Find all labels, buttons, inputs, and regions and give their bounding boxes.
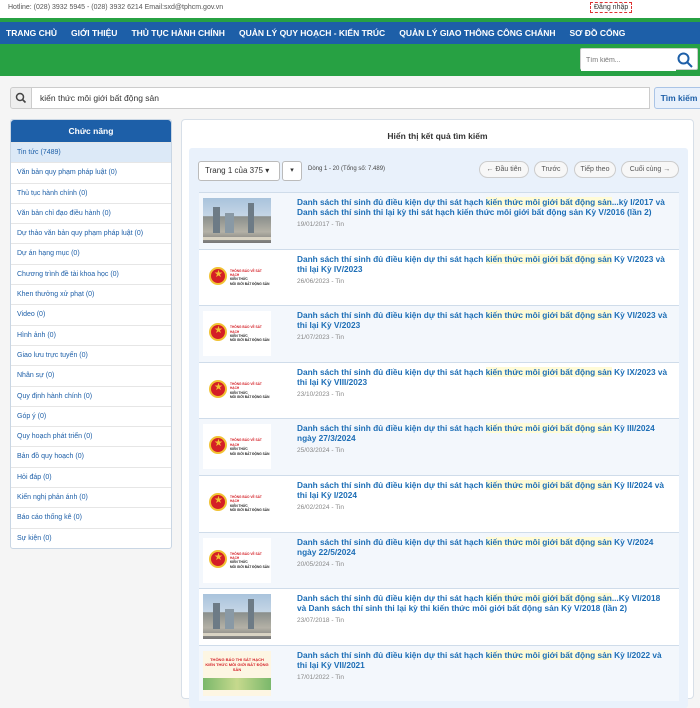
result-date: 19/01/2017 - Tin — [297, 221, 344, 228]
nav-about[interactable]: GIỚI THIỆU — [71, 28, 117, 38]
result-date: 26/06/2023 - Tin — [297, 277, 344, 285]
sidebar-item-petitions[interactable]: Kiến nghị phản ánh (0) — [11, 487, 171, 507]
result-item: THÔNG BÁO VỀ SÁT HẠCHKIẾN THỨCMÔI GIỚI B… — [199, 531, 679, 589]
sidebar-item-feedback[interactable]: Góp ý (0) — [11, 405, 171, 426]
result-item: THÔNG BÁO VỀ SÁT HẠCHKIẾN THỨCMÔI GIỚI B… — [199, 418, 679, 475]
search-addon — [10, 87, 32, 109]
result-count: Dòng 1 - 20 (Tổng số: 7.489) — [308, 166, 386, 172]
emblem-icon — [209, 323, 227, 342]
emblem-icon — [209, 379, 227, 398]
search-row: kiến thức môi giới bất động sản Tìm kiếm — [10, 87, 700, 109]
nav-sitemap[interactable]: SƠ ĐỒ CỔNG — [570, 28, 626, 38]
emblem-icon — [209, 549, 227, 568]
sidebar-item-events[interactable]: Sự kiện (0) — [11, 527, 171, 548]
sidebar-item-video[interactable]: Video (0) — [11, 304, 171, 324]
result-thumbnail[interactable]: THÔNG BÁO VỀ SÁT HẠCHKIẾN THỨCMÔI GIỚI B… — [203, 311, 271, 357]
results-panel: Hiển thị kết quả tìm kiếm Trang 1 của 37… — [181, 119, 694, 708]
sidebar-item-projects[interactable]: Dự án hạng mục (0) — [11, 243, 171, 263]
sidebar-item-personnel[interactable]: Nhân sự (0) — [11, 365, 171, 385]
result-thumbnail[interactable]: THÔNG BÁO VỀ SÁT HẠCHKIẾN THỨCMÔI GIỚI B… — [203, 367, 271, 413]
result-item: THÔNG BÁO VỀ SÁT HẠCHKIẾN THỨCMÔI GIỚI B… — [199, 248, 679, 306]
result-date: 21/07/2023 - Tin — [297, 334, 344, 342]
result-item: THÔNG BÁO THI SÁT HẠCH KIẾN THỨC MÔI GIỚI… — [199, 644, 679, 702]
login-link[interactable]: Đăng nhập — [590, 2, 633, 13]
result-date: 20/05/2024 - Tin — [297, 560, 344, 568]
result-item: Danh sách thí sinh đủ điều kiện dự thi s… — [199, 588, 679, 645]
result-item: Danh sách thí sinh đủ điều kiện dự thi s… — [199, 192, 679, 249]
sidebar-item-directive-docs[interactable]: Văn bản chỉ đạo điều hành (0) — [11, 202, 171, 223]
result-title-link[interactable]: Danh sách thí sinh đủ điều kiện dự thi s… — [297, 536, 669, 557]
next-page-button[interactable]: Tiếp theo — [574, 161, 616, 178]
header-search — [580, 48, 698, 71]
result-thumbnail[interactable]: THÔNG BÁO VỀ SÁT HẠCHKIẾN THỨCMÔI GIỚI B… — [203, 254, 271, 300]
result-title-link[interactable]: Danh sách thí sinh đủ điều kiện dự thi s… — [297, 366, 669, 387]
header-search-input[interactable] — [581, 50, 676, 71]
search-button[interactable]: Tìm kiếm — [654, 87, 700, 109]
result-item: THÔNG BÁO VỀ SÁT HẠCHKIẾN THỨCMÔI GIỚI B… — [199, 474, 679, 532]
result-thumbnail[interactable]: THÔNG BÁO VỀ SÁT HẠCHKIẾN THỨCMÔI GIỚI B… — [203, 424, 271, 470]
nav-transport[interactable]: QUẢN LÝ GIAO THÔNG CÔNG CHÁNH — [399, 28, 555, 38]
search-query-input[interactable]: kiến thức môi giới bất động sản — [32, 87, 650, 109]
emblem-icon — [209, 492, 227, 511]
result-title-link[interactable]: Danh sách thí sinh đủ điều kiện dự thi s… — [297, 593, 669, 613]
search-icon[interactable] — [677, 52, 693, 68]
emblem-icon — [209, 266, 227, 285]
sidebar-item-images[interactable]: Hình ảnh (0) — [11, 324, 171, 345]
result-title-link[interactable]: Danh sách thí sinh đủ điều kiện dự thi s… — [297, 649, 669, 670]
result-date: 25/03/2024 - Tin — [297, 447, 344, 455]
sidebar-item-research[interactable]: Chương trình đề tài khoa học (0) — [11, 263, 171, 284]
result-date: 26/02/2024 - Tin — [297, 503, 344, 511]
result-thumbnail[interactable] — [203, 594, 271, 640]
result-thumbnail[interactable]: THÔNG BÁO VỀ SÁT HẠCHKIẾN THỨCMÔI GIỚI B… — [203, 480, 271, 526]
emblem-icon — [209, 436, 227, 455]
result-title-link[interactable]: Danh sách thí sinh đủ điều kiện dự thi s… — [297, 253, 669, 274]
search-icon — [15, 92, 27, 104]
result-title-link[interactable]: Danh sách thí sinh đủ điều kiện dự thi s… — [297, 310, 669, 330]
result-date: 23/07/2018 - Tin — [297, 617, 344, 625]
result-thumbnail[interactable]: THÔNG BÁO THI SÁT HẠCH KIẾN THỨC MÔI GIỚI… — [203, 650, 271, 696]
first-page-button[interactable]: ← Đầu tiên — [479, 161, 529, 178]
nav-planning[interactable]: QUẢN LÝ QUY HOẠCH - KIẾN TRÚC — [239, 28, 385, 38]
main-navigation: TRANG CHỦ GIỚI THIỆU THỦ TỤC HÀNH CHÍNH … — [0, 18, 700, 44]
results-container: Trang 1 của 375 ▾ ▾ Dòng 1 - 20 (Tổng số… — [189, 148, 688, 708]
result-item: THÔNG BÁO VỀ SÁT HẠCHKIẾN THỨCMÔI GIỚI B… — [199, 305, 679, 362]
sidebar-item-statistics[interactable]: Báo cáo thống kê (0) — [11, 507, 171, 527]
nav-procedures[interactable]: THỦ TỤC HÀNH CHÍNH — [131, 28, 225, 38]
sidebar-item-admin-procedures[interactable]: Thủ tục hành chính (0) — [11, 182, 171, 203]
sidebar-item-planning-map[interactable]: Bản đồ quy hoạch (0) — [11, 446, 171, 466]
sidebar-item-online-exchange[interactable]: Giao lưu trực tuyến (0) — [11, 344, 171, 365]
result-date: 17/01/2022 - Tin — [297, 673, 344, 681]
result-item: THÔNG BÁO VỀ SÁT HẠCHKIẾN THỨCMÔI GIỚI B… — [199, 361, 679, 419]
prev-page-button[interactable]: Trước — [534, 161, 568, 178]
sidebar-item-draft-docs[interactable]: Dự thảo văn bản quy phạm pháp luật (0) — [11, 223, 171, 243]
sidebar-item-qa[interactable]: Hỏi đáp (0) — [11, 466, 171, 487]
results-list: Danh sách thí sinh đủ điều kiện dự thi s… — [199, 192, 679, 702]
result-thumbnail[interactable] — [203, 198, 271, 243]
sidebar-item-dev-planning[interactable]: Quy hoạch phát triển (0) — [11, 426, 171, 446]
page-select[interactable]: Trang 1 của 375 ▾ — [198, 161, 280, 181]
last-page-button[interactable]: Cuối cùng → — [621, 161, 679, 178]
result-title-link[interactable]: Danh sách thí sinh đủ điều kiện dự thi s… — [297, 479, 669, 500]
result-thumbnail[interactable]: THÔNG BÁO VỀ SÁT HẠCHKIẾN THỨCMÔI GIỚI B… — [203, 537, 271, 583]
nav-home[interactable]: TRANG CHỦ — [6, 28, 57, 38]
top-contact-bar: Hotline: (028) 3932 5945 - (028) 3932 62… — [0, 0, 700, 18]
contact-info: Hotline: (028) 3932 5945 - (028) 3932 62… — [8, 4, 224, 11]
page-size-dropdown[interactable]: ▾ — [282, 161, 302, 181]
sidebar-item-news[interactable]: Tin tức (7489) — [11, 142, 171, 163]
result-title-link[interactable]: Danh sách thí sinh đủ điều kiện dự thi s… — [297, 423, 669, 443]
header-band — [0, 44, 700, 76]
sidebar-item-rewards[interactable]: Khen thưởng xử phạt (0) — [11, 284, 171, 304]
result-title-link[interactable]: Danh sách thí sinh đủ điều kiện dự thi s… — [297, 197, 669, 217]
sidebar-item-legal-docs[interactable]: Văn bản quy phạm pháp luật (0) — [11, 162, 171, 182]
sidebar-title: Chức năng — [11, 120, 171, 142]
result-date: 23/10/2023 - Tin — [297, 390, 344, 398]
sidebar-item-admin-rules[interactable]: Quy định hành chính (0) — [11, 385, 171, 406]
function-sidebar: Chức năng Tin tức (7489) Văn bản quy phạ… — [10, 119, 172, 549]
results-title: Hiển thị kết quả tìm kiếm — [387, 131, 488, 141]
